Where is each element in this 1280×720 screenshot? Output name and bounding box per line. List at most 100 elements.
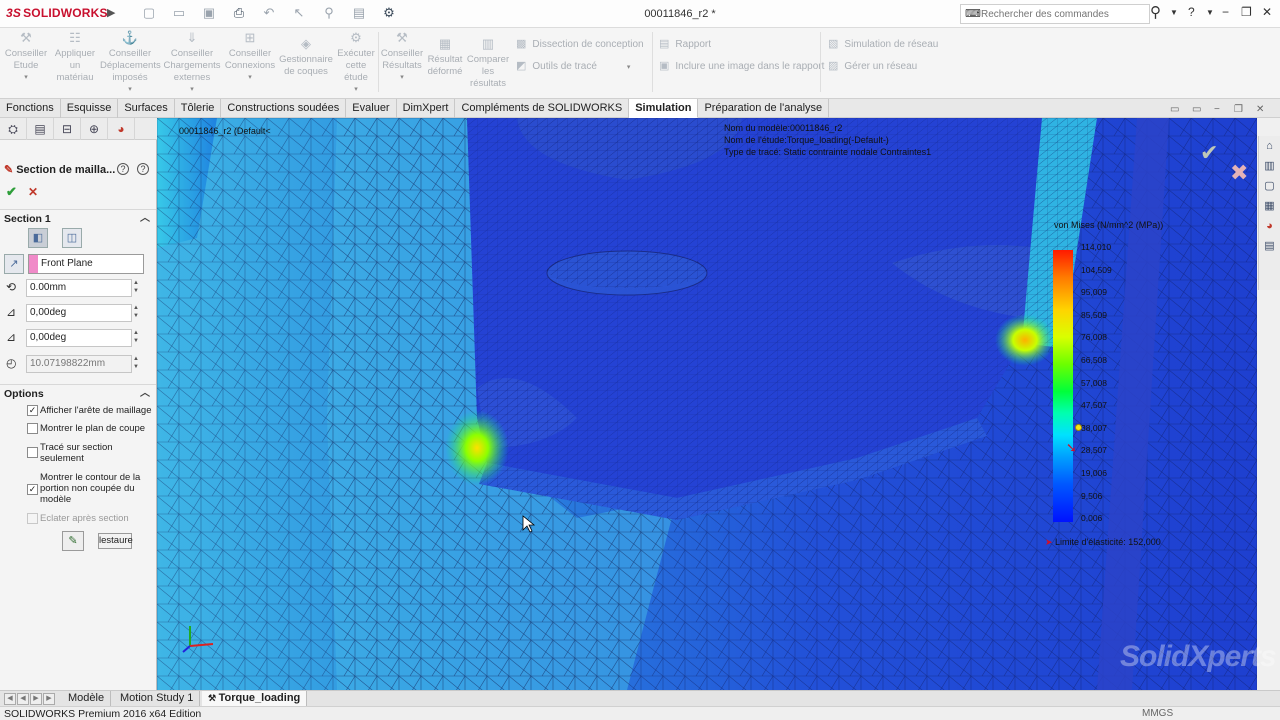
radius-spinner[interactable]: ▲ ▼: [133, 355, 141, 371]
command-search-box[interactable]: ⌨: [960, 4, 1150, 24]
search-icon[interactable]: ⚲: [1150, 3, 1161, 21]
radius-field[interactable]: 10.07198822mm: [26, 355, 132, 373]
minimize-icon[interactable]: −: [1222, 5, 1229, 19]
results-advisor-button[interactable]: ⚒ Conseiller Résultats ▾: [380, 31, 424, 84]
show-mesh-edges-checkbox[interactable]: ✓: [27, 405, 38, 416]
first-tab-icon[interactable]: ◀: [4, 693, 16, 705]
include-image-item[interactable]: ▣ Inclure une image dans le rapport: [659, 59, 824, 72]
cylindrical-section-button[interactable]: ◫: [62, 228, 82, 248]
appearances-icon[interactable]: ◕: [1259, 216, 1280, 236]
prev-tab-icon[interactable]: ◀: [17, 693, 29, 705]
configuration-manager-icon[interactable]: ⊟: [54, 118, 81, 140]
external-loads-advisor-button[interactable]: ⇓ Conseiller Chargements externes ▾: [162, 31, 222, 96]
angle-1-field[interactable]: 0,00deg: [26, 304, 132, 322]
reference-plane-field[interactable]: Front Plane: [28, 254, 144, 274]
viewport-tile-icon[interactable]: ▭: [1170, 104, 1179, 115]
tab-model[interactable]: Modèle: [62, 691, 112, 707]
unit-system[interactable]: MMGS: [1142, 708, 1173, 719]
angle-1-spinner[interactable]: ▲ ▼: [133, 304, 141, 320]
tab-addins[interactable]: Compléments de SOLIDWORKS: [455, 99, 630, 118]
close-icon[interactable]: ✕: [1262, 5, 1272, 19]
tab-simulation[interactable]: Simulation: [629, 99, 699, 118]
chevron-down-icon[interactable]: ▼: [1170, 8, 1178, 17]
view-palette-icon[interactable]: ▦: [1259, 196, 1280, 216]
cancel-button[interactable]: ✕: [28, 185, 38, 199]
gear-icon[interactable]: ⚙: [378, 5, 400, 21]
apply-material-button[interactable]: ☷ Appliquer un matériau: [51, 31, 99, 84]
chevron-down-icon[interactable]: ▼: [1206, 8, 1214, 17]
tab-surfaces[interactable]: Surfaces: [118, 99, 175, 118]
show-section-plane-checkbox[interactable]: [27, 423, 38, 434]
planar-section-button[interactable]: ◧: [28, 228, 48, 248]
save-icon[interactable]: ▣: [198, 5, 220, 21]
help-icon[interactable]: ?: [1188, 5, 1195, 19]
search-input[interactable]: [981, 7, 1146, 22]
viewport-restore-icon[interactable]: ❐: [1234, 104, 1243, 115]
deformed-result-button[interactable]: ▦ Résultat déformé: [424, 37, 466, 78]
reverse-direction-button[interactable]: ↗: [4, 254, 24, 274]
feature-tree-flyout[interactable]: 00011846_r2 (Default<: [179, 126, 271, 137]
property-manager-icon[interactable]: ▤: [27, 118, 54, 140]
offset-spinner[interactable]: ▲ ▼: [133, 279, 141, 295]
print-icon[interactable]: ⎙: [228, 5, 250, 21]
feature-tree-icon[interactable]: ⛭: [0, 118, 27, 140]
solidworks-logo[interactable]: 3S SOLIDWORKS: [6, 6, 108, 20]
viewport-minimize-icon[interactable]: −: [1214, 104, 1220, 115]
options-group-header[interactable]: Options ︿: [0, 384, 156, 402]
last-tab-icon[interactable]: ▶: [43, 693, 55, 705]
section-group-header[interactable]: Section 1 ︿: [0, 209, 156, 227]
design-insight-item[interactable]: ▩ Dissection de conception: [516, 37, 644, 50]
tab-weldments[interactable]: Constructions soudées: [221, 99, 347, 118]
tab-analysis-preparation[interactable]: Préparation de l'analyse: [698, 99, 830, 118]
plot-tools-item[interactable]: ◩ Outils de tracé ▾: [516, 59, 630, 72]
manage-network-item[interactable]: ▨ Gérer un réseau: [828, 59, 917, 72]
confirm-cancel-icon[interactable]: ✖: [1230, 160, 1248, 186]
help-icon[interactable]: ?: [117, 163, 129, 175]
tab-torque-loading[interactable]: ⚒ Torque_loading: [202, 691, 308, 707]
run-study-button[interactable]: ⚙ Exécuter cette étude ▾: [336, 31, 376, 96]
report-item[interactable]: ▤ Rapport: [659, 37, 711, 50]
tab-sketch[interactable]: Esquisse: [61, 99, 119, 118]
explode-after-section-checkbox[interactable]: [27, 513, 38, 524]
whats-new-icon[interactable]: ?: [137, 163, 149, 175]
file-explorer-icon[interactable]: ▢: [1259, 176, 1280, 196]
tab-motion-study[interactable]: Motion Study 1: [114, 691, 201, 707]
trend-tracker-item[interactable]: ▧ Simulation de réseau: [828, 37, 938, 50]
restore-window-icon[interactable]: ❐: [1241, 5, 1252, 19]
design-library-icon[interactable]: ▥: [1259, 156, 1280, 176]
graphics-viewport[interactable]: 00011846_r2 (Default< Nom du modèle:0001…: [157, 118, 1257, 690]
mesh-quality-button[interactable]: ✎: [62, 531, 84, 551]
plot-on-section-only-checkbox[interactable]: [27, 447, 38, 458]
home-icon[interactable]: ⌂: [1259, 136, 1280, 156]
tab-evaluate[interactable]: Evaluer: [346, 99, 397, 118]
file-properties-icon[interactable]: ▤: [348, 5, 370, 21]
new-document-icon[interactable]: ▢: [138, 5, 160, 21]
ok-button[interactable]: ✔: [6, 184, 17, 200]
study-advisor-button[interactable]: ⚒ Conseiller Etude ▾: [3, 31, 49, 84]
tab-dimxpert[interactable]: DimXpert: [397, 99, 456, 118]
angle-2-spinner[interactable]: ▲ ▼: [133, 329, 141, 345]
shell-manager-button[interactable]: ◈ Gestionnaire de coques: [278, 37, 334, 78]
legend-value: 95,009: [1081, 287, 1107, 298]
confirm-ok-icon[interactable]: ✔: [1200, 140, 1218, 166]
compare-results-button[interactable]: ▥ Comparer les résultats: [466, 37, 510, 90]
offset-field[interactable]: 0.00mm: [26, 279, 132, 297]
tab-features[interactable]: Fonctions: [0, 99, 61, 118]
select-cursor-icon[interactable]: ↖: [288, 5, 310, 21]
undo-icon[interactable]: ↶: [258, 5, 280, 21]
fixtures-advisor-button[interactable]: ⚓ Conseiller Déplacements imposés ▾: [100, 31, 161, 96]
rebuild-icon[interactable]: ⚲: [318, 5, 340, 21]
restore-button[interactable]: lestaure: [98, 533, 133, 549]
menu-expand-arrow-icon[interactable]: ▶: [107, 6, 115, 19]
viewport-close-icon[interactable]: ✕: [1256, 104, 1264, 115]
connections-advisor-button[interactable]: ⊞ Conseiller Connexions ▾: [224, 31, 276, 84]
open-folder-icon[interactable]: ▭: [168, 5, 190, 21]
show-uncut-contour-checkbox[interactable]: ✓: [27, 484, 38, 495]
viewport-split-icon[interactable]: ▭: [1192, 104, 1201, 115]
display-manager-icon[interactable]: ◕: [108, 118, 135, 140]
dimxpert-manager-icon[interactable]: ⊕: [81, 118, 108, 140]
angle-2-field[interactable]: 0,00deg: [26, 329, 132, 347]
tab-sheet-metal[interactable]: Tôlerie: [175, 99, 222, 118]
next-tab-icon[interactable]: ▶: [30, 693, 42, 705]
custom-properties-icon[interactable]: ▤: [1259, 236, 1280, 256]
